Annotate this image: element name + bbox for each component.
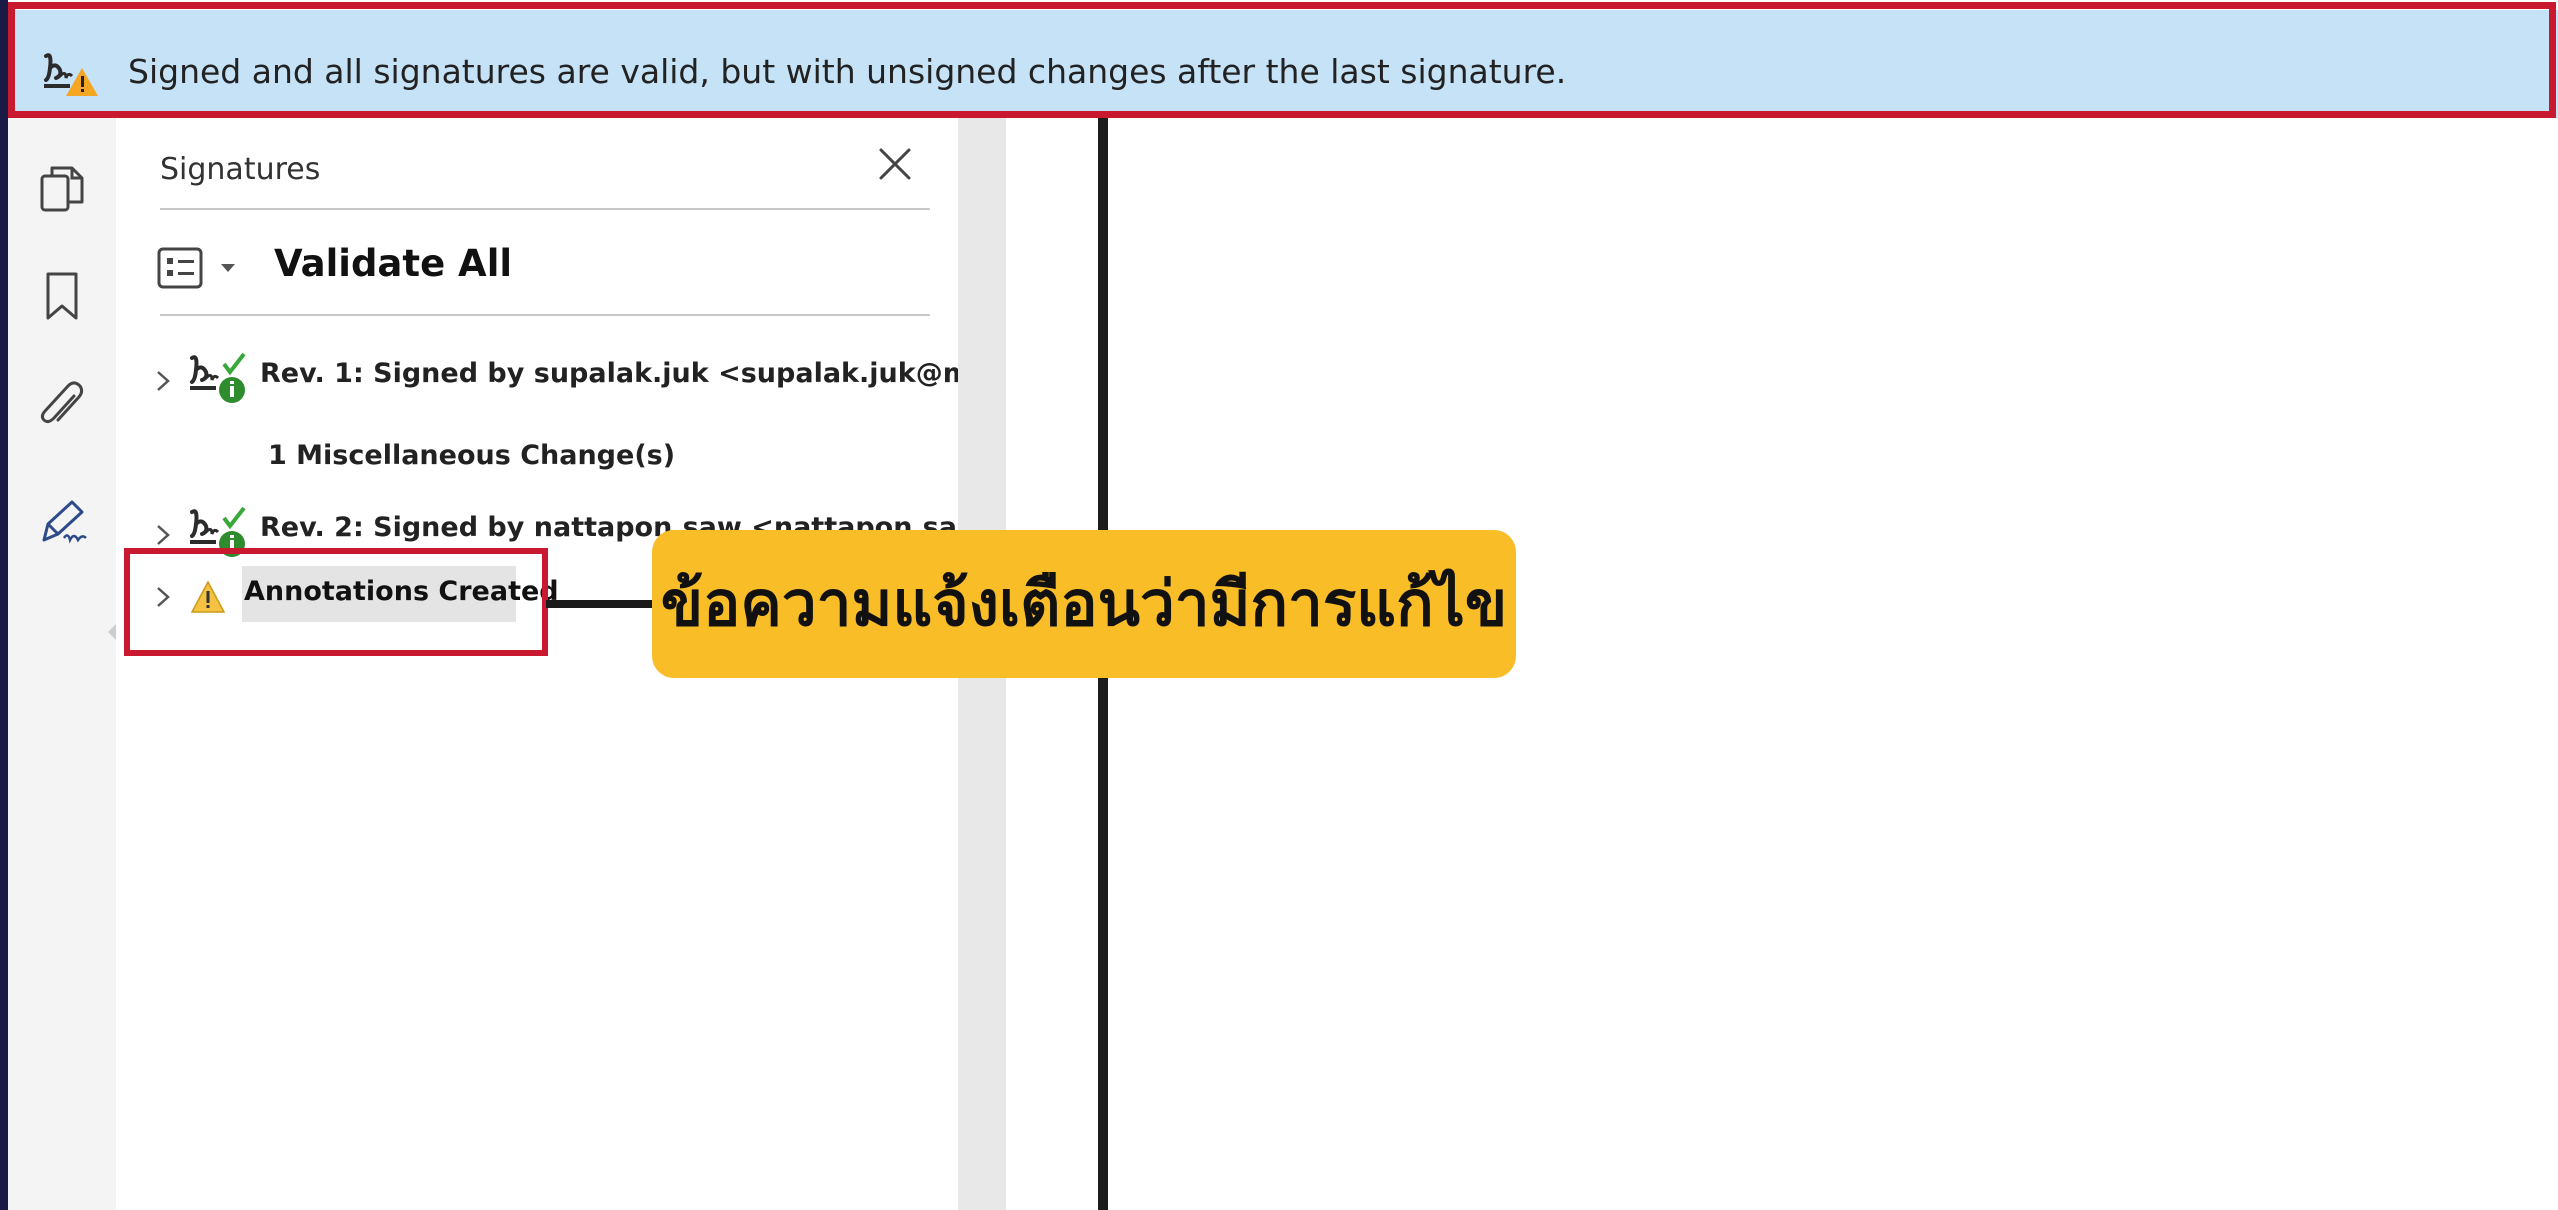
options-menu-icon[interactable] xyxy=(156,246,204,290)
change-summary: 1 Miscellaneous Change(s) xyxy=(268,440,676,471)
page-thumbnails-icon[interactable] xyxy=(34,162,90,218)
valid-signature-info-icon xyxy=(190,352,246,403)
close-icon[interactable] xyxy=(871,140,919,188)
bookmark-icon[interactable] xyxy=(34,268,90,324)
chevron-right-icon[interactable] xyxy=(152,520,174,550)
panel-divider xyxy=(160,208,930,210)
signature-item-rev-1[interactable]: Rev. 1: Signed by supalak.juk <supalak.j… xyxy=(152,350,1093,410)
signature-status-message: Signed and all signatures are valid, but… xyxy=(128,52,1567,91)
pdf-viewer-window: Signed and all signatures are valid, but… xyxy=(8,0,2558,1210)
annotations-highlight-box xyxy=(124,548,548,656)
signature-panel-icon[interactable] xyxy=(34,494,90,550)
chevron-down-icon[interactable] xyxy=(221,264,235,272)
callout-box: ข้อความแจ้งเตือนว่ามีการแก้ไข xyxy=(652,530,1516,678)
chevron-right-icon[interactable] xyxy=(152,366,174,396)
callout-text: ข้อความแจ้งเตือนว่ามีการแก้ไข xyxy=(660,567,1508,640)
panel-title: Signatures xyxy=(160,152,321,187)
attachment-icon[interactable] xyxy=(34,376,90,432)
frame-border xyxy=(0,0,8,1210)
panel-divider xyxy=(160,314,930,316)
signature-status-bar: Signed and all signatures are valid, but… xyxy=(8,10,2558,118)
validate-all-button[interactable]: Validate All xyxy=(274,242,512,285)
callout-connector-line xyxy=(546,600,658,608)
navigation-rail xyxy=(8,118,122,1210)
signature-warning-icon xyxy=(44,53,98,96)
